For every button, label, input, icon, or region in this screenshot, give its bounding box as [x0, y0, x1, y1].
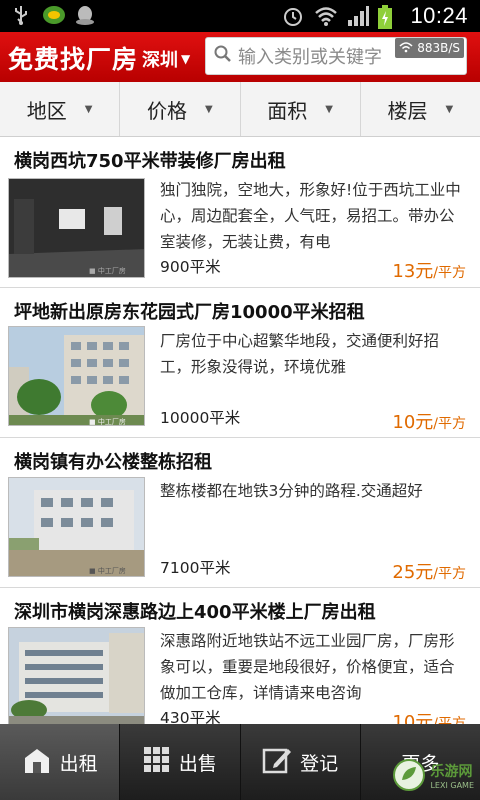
dropdown-arrow-icon: ▼ [445, 103, 454, 115]
listing-title: 横岗西坑750平米带装修厂房出租 [14, 151, 286, 172]
listing-description: 独门独院，空地大，形象好!位于西坑工业中心，周边配套全，人气旺，易招工。带办公室… [160, 181, 461, 251]
tab-label: 出售 [178, 752, 217, 775]
listing-area: 7100平米 [160, 559, 231, 577]
list-item[interactable]: 横岗西坑750平米带装修厂房出租 ■ 中工厂房 独门独院，空地大，形象好!位于西… [0, 137, 480, 288]
listing-price: 13元/平方 [392, 257, 466, 283]
price-value: 10元 [392, 412, 434, 433]
price-unit: /平方 [433, 716, 466, 724]
network-speed-overlay: 883B/S [395, 38, 464, 58]
price-unit: /平方 [433, 566, 466, 582]
listing-description: 整栋楼都在地铁3分钟的路程.交通超好 [160, 482, 423, 500]
status-bar: 10:24 [0, 0, 480, 32]
filter-floor[interactable]: 楼层 ▼ [361, 82, 480, 136]
app-title: 免费找厂房 [8, 45, 139, 74]
listing-area: 900平米 [160, 258, 221, 276]
wifi-small-icon [399, 41, 413, 56]
city-label: 深圳 [142, 50, 178, 71]
listing-photo: ■ 中工厂房 [8, 477, 145, 577]
listing-title: 坪地新出原房东花园式厂房10000平米招租 [14, 302, 365, 323]
svg-text:■ 中工厂房: ■ 中工厂房 [89, 266, 126, 275]
filter-bar: 地区 ▼ 价格 ▼ 面积 ▼ 楼层 ▼ [0, 82, 480, 137]
filter-label: 面积 [267, 98, 308, 123]
listing-title: 深圳市横岗深惠路边上400平米楼上厂房出租 [14, 602, 376, 623]
filter-label: 地区 [26, 98, 67, 123]
search-icon [214, 45, 232, 67]
edit-icon [262, 746, 292, 779]
battery-charging-icon [378, 5, 400, 29]
network-speed-value: 883B/S [417, 41, 460, 55]
filter-region[interactable]: 地区 ▼ [0, 82, 121, 136]
listing-price: 25元/平方 [392, 558, 466, 584]
list-item[interactable]: 横岗镇有办公楼整栋招租 ■ 中工厂房 整栋楼都在地铁3分钟的路程.交通超好 71… [0, 438, 480, 588]
watermark-subtext: LEXI GAME [430, 780, 474, 790]
house-icon [22, 746, 52, 779]
svg-text:■ 中工厂房: ■ 中工厂房 [89, 566, 126, 575]
app-header: 免费找厂房 深圳 ▼ 输入类别或关键字 883B/S [0, 32, 480, 82]
tab-sale[interactable]: 出售 [120, 724, 241, 800]
watermark-logo: 乐游网 LEXI GAME [392, 758, 474, 792]
app-notification-icon [42, 4, 65, 26]
filter-area[interactable]: 面积 ▼ [241, 82, 361, 136]
dropdown-arrow-icon: ▼ [325, 103, 333, 115]
price-unit: /平方 [433, 416, 466, 432]
listing-photo: ■ 中工厂房 [8, 326, 145, 426]
tab-rent[interactable]: 出租 [0, 724, 121, 800]
listing-description: 深惠路附近地铁站不远工业园厂房，厂房形象可以，重要是地段很好，价格便宜，适合做加… [160, 632, 455, 702]
caret-down-icon: ▼ [181, 52, 191, 66]
dropdown-arrow-icon: ▼ [84, 103, 93, 115]
svg-text:■ 中工厂房: ■ 中工厂房 [89, 417, 126, 426]
price-unit: /平方 [433, 265, 466, 281]
alarm-icon [282, 5, 304, 27]
listing-area: 430平米 [160, 709, 221, 724]
list-item[interactable]: 深圳市横岗深惠路边上400平米楼上厂房出租 深惠路附近地铁站不远工业园厂房，厂房… [0, 588, 480, 724]
price-value: 13元 [392, 261, 434, 282]
listing-list: 横岗西坑750平米带装修厂房出租 ■ 中工厂房 独门独院，空地大，形象好!位于西… [0, 137, 480, 724]
leaf-logo-icon [393, 759, 426, 791]
grid-icon [143, 746, 171, 779]
listing-photo: ■ 中工厂房 [8, 178, 145, 278]
price-value: 25元 [392, 562, 434, 583]
clock: 10:24 [410, 3, 468, 28]
tab-register[interactable]: 登记 [241, 724, 361, 800]
search-placeholder: 输入类别或关键字 [238, 47, 382, 68]
usb-icon [10, 4, 32, 26]
listing-photo [8, 627, 145, 724]
listing-description: 厂房位于中心超繁华地段，交通便利好招工，形象没得说，环境优雅 [160, 332, 440, 376]
listing-title: 横岗镇有办公楼整栋招租 [14, 452, 212, 473]
filter-label: 价格 [147, 98, 188, 123]
dropdown-arrow-icon: ▼ [205, 103, 213, 115]
search-input[interactable]: 输入类别或关键字 883B/S [205, 37, 467, 75]
listing-price: 10元/平方 [392, 408, 466, 434]
list-item[interactable]: 坪地新出原房东花园式厂房10000平米招租 ■ 中工厂房 厂房位于中心超繁华地段… [0, 288, 480, 438]
filter-price[interactable]: 价格 ▼ [120, 82, 241, 136]
qq-icon [74, 4, 96, 26]
filter-label: 楼层 [387, 98, 428, 123]
watermark-text: 乐游网 [430, 763, 473, 780]
city-selector[interactable]: 深圳 ▼ [142, 46, 190, 72]
price-value: 10元 [392, 712, 434, 724]
wifi-icon [314, 5, 338, 27]
listing-price: 10元/平方 [392, 708, 466, 724]
signal-icon [346, 5, 370, 27]
tab-label: 出租 [59, 752, 98, 775]
listing-area: 10000平米 [160, 409, 241, 427]
tab-label: 登记 [300, 752, 339, 775]
